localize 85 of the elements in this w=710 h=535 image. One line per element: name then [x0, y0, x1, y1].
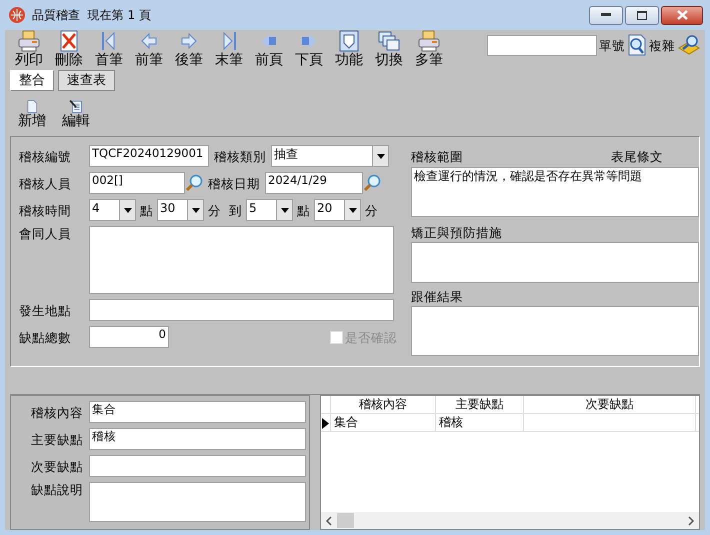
stacked-windows-icon [377, 30, 401, 52]
field-label: 稽核人員 [19, 176, 72, 190]
search-icon[interactable] [627, 34, 647, 56]
edit-button[interactable]: 編輯 [59, 100, 93, 130]
column-header: 主要缺點 [436, 396, 524, 413]
toolbar-button[interactable]: 下頁 [289, 30, 329, 69]
field-label: 稽核內容 [30, 404, 84, 420]
toolbar-button[interactable]: 前頁 [249, 30, 289, 69]
unit-label: 點 [139, 202, 154, 218]
text-area[interactable] [89, 226, 394, 294]
maximize-icon [637, 10, 647, 20]
globe-icon [8, 6, 26, 24]
text-area[interactable] [411, 242, 699, 283]
unit-label: 分 [364, 202, 379, 218]
advanced-search-icon[interactable] [677, 34, 701, 56]
input-field[interactable]: 002[] [89, 172, 185, 194]
input-field[interactable]: 2024/1/29 [265, 172, 363, 194]
toolbar-button[interactable]: 功能 [329, 30, 369, 69]
printer-icon [17, 30, 41, 52]
toolbar-button[interactable]: 前筆 [129, 30, 169, 69]
input-field[interactable] [89, 299, 394, 321]
field-label: 稽核編號 [19, 148, 72, 164]
new-button[interactable]: 新增 [15, 100, 49, 130]
input-field[interactable]: 0 [89, 326, 169, 348]
dropdown[interactable]: 抽查 [271, 145, 389, 167]
unit-label: 分 [207, 202, 222, 218]
field-label: 跟催結果 [411, 289, 464, 304]
table-cell: 集合 [331, 414, 436, 431]
field-label: 稽核時間 [19, 202, 72, 218]
field-label: 稽核日期 [207, 176, 261, 190]
maximize-button[interactable] [625, 6, 659, 24]
text-area[interactable] [411, 306, 699, 356]
scrollbar-thumb[interactable] [337, 513, 354, 528]
toolbar-button[interactable]: 後筆 [169, 30, 209, 69]
advanced-search-label: 複雜 [649, 38, 675, 52]
caret-icon[interactable] [192, 208, 200, 212]
unit-label: 點 [296, 202, 311, 218]
column-header: 稽核內容 [331, 396, 436, 413]
close-icon [676, 10, 688, 20]
field-label: 表尾條文 [611, 148, 663, 164]
field-label: 主要缺點 [30, 432, 84, 446]
dropdown[interactable]: 5 [246, 199, 293, 221]
input-field[interactable]: TQCF20240129001 [89, 145, 209, 167]
field-label: 次要缺點 [30, 458, 84, 474]
caret-icon[interactable] [348, 208, 356, 212]
caret-icon[interactable] [376, 154, 384, 158]
field-label: 稽核範圍 [411, 148, 463, 164]
field-label: 發生地點 [19, 302, 72, 318]
tab[interactable]: 整合 [10, 70, 54, 91]
caret-icon[interactable] [280, 208, 288, 212]
caret-icon[interactable] [124, 208, 132, 212]
search-label: 單號 [599, 38, 625, 52]
input-field[interactable] [89, 455, 306, 477]
minimize-icon [601, 13, 611, 17]
document-icon [337, 30, 361, 52]
column-header: 次要缺點 [524, 396, 696, 413]
table-cell: 稽核 [436, 414, 524, 431]
horizontal-scrollbar[interactable] [321, 512, 699, 529]
printer-icon [417, 30, 441, 52]
toolbar-button[interactable]: 列印 [9, 30, 49, 69]
toolbar-button[interactable]: 首筆 [89, 30, 129, 69]
field-label: 會同人員 [19, 226, 72, 241]
toolbar-button[interactable]: 多筆 [409, 30, 449, 69]
field-label: 稽核類別 [213, 148, 267, 164]
close-button[interactable] [661, 6, 703, 24]
search-icon[interactable] [185, 174, 203, 192]
text-area[interactable]: 檢查運行的情況，確認是否存在異常等問題 [411, 167, 699, 217]
field-label: 缺點說明 [30, 482, 84, 497]
toolbar-button[interactable]: 刪除 [49, 30, 89, 69]
field-label: 缺點總數 [19, 330, 72, 344]
search-field[interactable] [487, 34, 597, 56]
dropdown[interactable]: 20 [314, 199, 361, 221]
input-field[interactable]: 稽核 [89, 428, 306, 450]
input-field[interactable]: 集合 [89, 401, 306, 423]
field-label: 矯正與預防措施 [411, 225, 503, 240]
toolbar-button[interactable]: 切換 [369, 30, 409, 69]
window-title: 品質稽查 現在第 1 頁 [32, 8, 151, 22]
toolbar-button[interactable]: 末筆 [209, 30, 249, 69]
text-area[interactable] [89, 482, 306, 522]
dropdown[interactable]: 30 [157, 199, 204, 221]
search-icon[interactable] [363, 174, 381, 192]
tab[interactable]: 速查表 [58, 70, 115, 91]
dropdown[interactable]: 4 [89, 199, 136, 221]
minimize-button[interactable] [589, 6, 623, 24]
unit-label: 到 [228, 202, 243, 218]
